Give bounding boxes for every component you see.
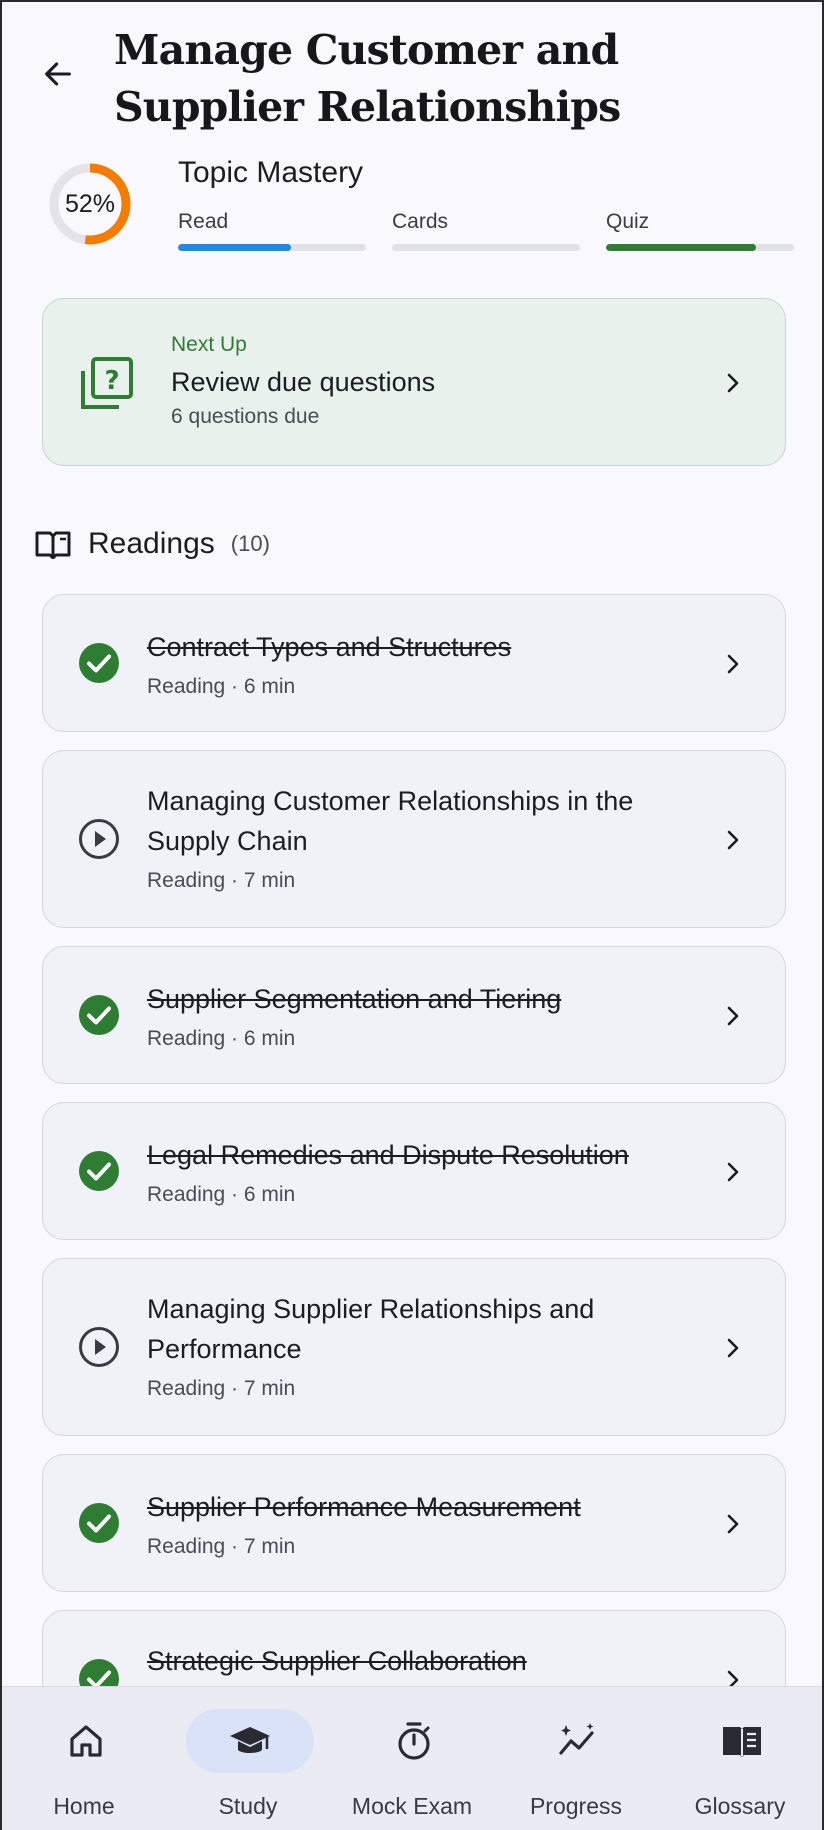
nav-label: Glossary: [694, 1793, 786, 1819]
next-up-subtitle: 6 questions due: [171, 405, 320, 428]
chevron-right-icon: [727, 654, 739, 674]
chevron-right-icon: [727, 1162, 739, 1182]
play-circle-icon: [79, 1327, 119, 1367]
read-label: Read: [178, 210, 229, 233]
topic-mastery: 52% Topic Mastery Read Cards Quiz: [2, 152, 822, 262]
open-book-icon: [35, 531, 71, 559]
reading-title: Supplier Performance Measurement: [147, 1492, 581, 1522]
chevron-right-icon: [727, 1006, 739, 1026]
cards-progress: Cards: [392, 210, 580, 251]
book-icon: [723, 1727, 761, 1757]
check-circle-icon: [79, 643, 119, 683]
reading-title: Managing Supplier Relationships and Perf…: [147, 1294, 595, 1364]
nav-mock-exam[interactable]: Mock Exam: [330, 1687, 494, 1830]
svg-text:?: ?: [104, 366, 119, 396]
quiz-label: Quiz: [606, 210, 650, 233]
cards-label: Cards: [392, 210, 449, 233]
reading-meta: Reading · 6 min: [147, 1027, 296, 1050]
back-button[interactable]: [38, 54, 78, 94]
graduation-cap-icon: [230, 1727, 270, 1753]
nav-home[interactable]: Home: [2, 1687, 166, 1830]
read-progress: Read: [178, 210, 366, 251]
nav-label: Home: [53, 1793, 115, 1819]
sparkle-trend-icon: [559, 1723, 594, 1755]
nav-glossary[interactable]: Glossary: [658, 1687, 822, 1830]
play-circle-icon: [79, 819, 119, 859]
chevron-right-icon: [727, 830, 739, 850]
reading-title: Legal Remedies and Dispute Resolution: [147, 1140, 629, 1170]
bottom-nav: Home Study Mock Exam Progress Glossary: [2, 1686, 822, 1830]
reading-meta: Reading · 7 min: [147, 869, 296, 892]
reading-card[interactable]: Supplier Performance Measurement Reading…: [42, 1454, 786, 1592]
check-circle-icon: [79, 1151, 119, 1191]
reading-meta: Reading · 6 min: [147, 675, 296, 698]
reading-meta: Reading · 7 min: [147, 1535, 296, 1558]
page-title: Manage Customer and Supplier Relationshi…: [114, 26, 621, 131]
reading-meta: Reading · 7 min: [147, 1377, 296, 1400]
readings-header: Readings (10): [34, 524, 270, 564]
reading-title: Contract Types and Structures: [147, 632, 512, 662]
next-up-title: Review due questions: [171, 367, 436, 397]
chevron-right-icon: [727, 373, 739, 393]
reading-title: Strategic Supplier Collaboration: [147, 1646, 527, 1676]
reading-card[interactable]: Contract Types and Structures Reading · …: [42, 594, 786, 732]
nav-label: Mock Exam: [351, 1793, 473, 1819]
reading-card[interactable]: Managing Supplier Relationships and Perf…: [42, 1258, 786, 1436]
next-up-eyebrow: Next Up: [171, 333, 247, 356]
reading-card[interactable]: Supplier Segmentation and Tiering Readin…: [42, 946, 786, 1084]
chevron-right-icon: [727, 1514, 739, 1534]
readings-count: (10): [230, 531, 270, 556]
header: Manage Customer and Supplier Relationshi…: [2, 2, 822, 142]
quiz-progress: Quiz: [606, 210, 794, 251]
quiz-bar-fill: [606, 244, 757, 251]
cards-bar-track: [392, 244, 580, 251]
mastery-percent: 52%: [64, 189, 116, 218]
nav-label: Progress: [529, 1793, 623, 1819]
read-bar-fill: [178, 244, 291, 251]
next-up-card[interactable]: ? Next Up Review due questions 6 questio…: [42, 298, 786, 466]
check-circle-icon: [79, 995, 119, 1035]
chevron-right-icon: [727, 1338, 739, 1358]
nav-progress[interactable]: Progress: [494, 1687, 658, 1830]
mastery-title: Topic Mastery: [178, 156, 364, 189]
reading-card[interactable]: Legal Remedies and Dispute Resolution Re…: [42, 1102, 786, 1240]
nav-study[interactable]: Study: [166, 1687, 330, 1830]
arrow-left-icon: [45, 62, 71, 86]
check-circle-icon: [79, 1503, 119, 1543]
read-bar-track: [178, 244, 366, 251]
home-icon: [70, 1725, 102, 1757]
reading-card[interactable]: Managing Customer Relationships in the S…: [42, 750, 786, 928]
stopwatch-icon: [398, 1722, 430, 1760]
reading-title: Managing Customer Relationships in the S…: [147, 786, 634, 856]
quiz-question-icon: ?: [81, 357, 133, 409]
nav-label: Study: [218, 1793, 278, 1819]
quiz-bar-track: [606, 244, 794, 251]
readings-title: Readings: [88, 527, 215, 560]
reading-title: Supplier Segmentation and Tiering: [147, 984, 562, 1014]
reading-meta: Reading · 6 min: [147, 1183, 296, 1206]
